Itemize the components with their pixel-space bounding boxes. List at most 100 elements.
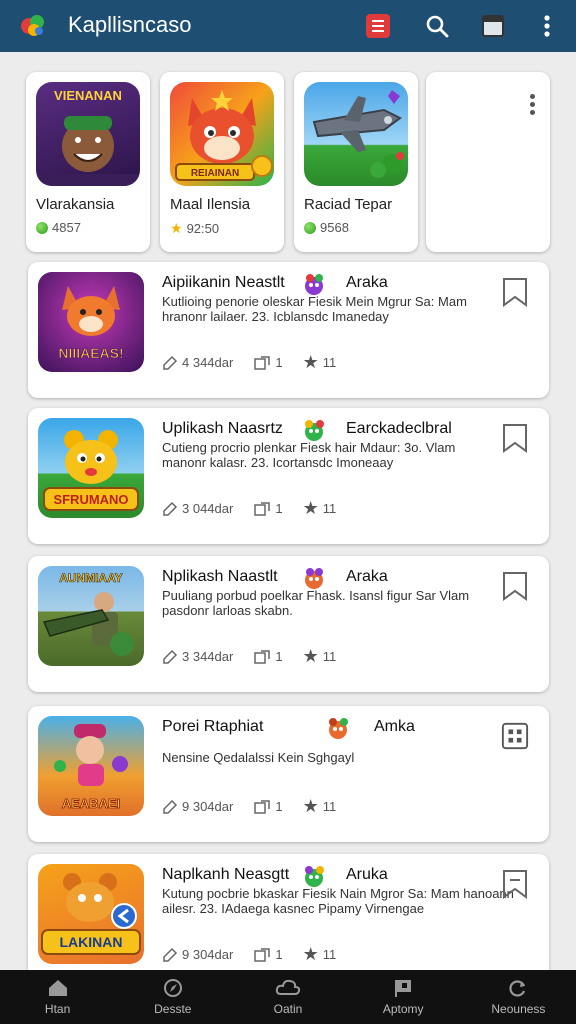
item-description: Cutieng procrio plenkar Fiesk hair Mdaur… (162, 440, 456, 470)
stars-count: 11 (322, 649, 337, 664)
shares-count: 1 (275, 355, 283, 370)
shares-count: 1 (275, 799, 283, 814)
star-icon: ★ (302, 646, 319, 666)
featured-name: Raciad Tepar (304, 196, 393, 213)
thumb-logo-text: NIIIAEAS! (58, 345, 123, 361)
edit-icon (163, 501, 178, 516)
share-icon (254, 799, 271, 814)
green-dot-icon (304, 221, 316, 234)
list-item[interactable]: SFRUMANO Uplikash Naasrtz Earckadeclbral… (28, 408, 549, 544)
edit-icon (163, 649, 178, 664)
compass-icon (163, 979, 182, 997)
bookmark-icon[interactable] (501, 422, 529, 454)
nav-item-discover[interactable]: Desste (115, 970, 230, 1024)
item-description: Kutlioing penorie oleskar Fiesik Mein Mg… (162, 294, 467, 324)
more-vert-icon[interactable] (530, 94, 540, 118)
list-item[interactable]: AUNMIAAY Nplikash Naastlt Araka Puuliang… (28, 556, 549, 692)
edit-icon (163, 799, 178, 814)
more-options-button[interactable] (531, 10, 563, 42)
featured-name: Maal Ilensia (170, 196, 251, 213)
bookmark-icon[interactable] (501, 276, 529, 308)
thumb-logo-text: SFRUMANO (53, 492, 128, 507)
star-icon: ★ (302, 944, 319, 964)
featured-card[interactable]: VIENANAN Vlarakansia 4857 (26, 72, 150, 252)
nav-label: Aptomy (382, 1002, 424, 1016)
star-icon: ★ (302, 796, 319, 816)
dice-icon[interactable] (501, 720, 529, 752)
item-tag: Araka (346, 568, 388, 585)
share-icon (254, 947, 271, 962)
nav-item-cloud[interactable]: Oatin (230, 970, 345, 1024)
shares-count: 1 (275, 947, 283, 962)
app-logo-icon[interactable] (18, 10, 48, 40)
shares-count: 1 (275, 501, 283, 516)
item-stats: 9 304dar 1 ★ 11 (162, 796, 356, 817)
featured-rating: ★ 92:50 (170, 220, 219, 237)
game-thumbnail: AEABAEI (38, 716, 144, 816)
bottom-nav: Htan Desste Oatin Aptomy Neouness (0, 970, 576, 1024)
item-title: Nplikash Naastlt (162, 568, 278, 585)
item-tag: Earckadeclbral (346, 420, 452, 437)
green-dot-icon (36, 221, 48, 234)
rating-value: 92:50 (186, 221, 220, 236)
downloads-count: 9 304dar (182, 799, 234, 814)
item-description: Puuliang porbud poelkar Fhask. Isansl fi… (162, 588, 470, 618)
thumb-logo-text: AEABAEI (62, 796, 121, 811)
rating-value: 4857 (52, 220, 81, 235)
game-thumbnail: LAKINAN (38, 864, 144, 964)
stars-count: 11 (322, 947, 337, 962)
downloads-count: 3 044dar (182, 501, 234, 516)
game-thumbnail: NIIIAEAS! (38, 272, 144, 372)
list-item[interactable]: NIIIAEAS! Aipiikanin Neastlt Araka Kutli… (28, 262, 549, 398)
item-title: Aipiikanin Neastlt (162, 274, 285, 291)
item-description: Kutung pocbrie bkaskar Fiesik Nain Mgror… (162, 886, 514, 916)
window-button[interactable] (477, 10, 509, 42)
game-thumbnail: REIAINAN (170, 82, 274, 186)
nav-label: Oatin (273, 1002, 303, 1016)
item-stats: 3 344dar 1 ★ 11 (162, 646, 356, 667)
item-tag: Amka (374, 718, 415, 735)
star-icon: ★ (302, 498, 319, 518)
thumb-logo-text: VIENANAN (54, 88, 122, 103)
downloads-count: 4 344dar (182, 355, 234, 370)
star-icon: ★ (302, 352, 319, 372)
list-item[interactable]: AEABAEI Porei Rtaphiat Amka Nensine Qeda… (28, 706, 549, 842)
item-title: Uplikash Naasrtz (162, 420, 283, 437)
featured-rating: 4857 (36, 220, 81, 235)
bookmark-dash-icon[interactable] (501, 868, 529, 900)
shares-count: 1 (275, 649, 283, 664)
item-description: Nensine Qedalalssi Kein Sghgayl (162, 750, 355, 765)
flag-icon (395, 980, 412, 997)
game-thumbnail: VIENANAN (36, 82, 140, 186)
nav-item-flag[interactable]: Aptomy (346, 970, 461, 1024)
featured-row: VIENANAN Vlarakansia 4857 REIAINAN Maal … (26, 72, 550, 252)
bookmark-icon[interactable] (501, 570, 529, 602)
stars-count: 11 (322, 799, 337, 814)
share-icon (254, 501, 271, 516)
nav-item-refresh[interactable]: Neouness (461, 970, 576, 1024)
featured-card[interactable]: Raciad Tepar 9568 (294, 72, 418, 252)
thumb-logo-text: AUNMIAAY (59, 571, 123, 585)
game-thumbnail (304, 82, 408, 186)
item-stats: 9 304dar 1 ★ 11 (162, 944, 356, 965)
list-item[interactable]: LAKINAN Naplkanh Neasgtt Aruka Kutung po… (28, 854, 549, 970)
thumb-logo-text: LAKINAN (60, 934, 123, 950)
item-tag: Araka (346, 274, 388, 291)
nav-item-home[interactable]: Htan (0, 970, 115, 1024)
nav-label: Desste (154, 1002, 192, 1016)
featured-name: Vlarakansia (36, 196, 115, 213)
search-button[interactable] (421, 10, 453, 42)
featured-placeholder-card[interactable] (426, 72, 550, 252)
monster-badge-icon (329, 718, 348, 739)
stars-count: 11 (322, 355, 337, 370)
nav-label: Htan (44, 1002, 71, 1016)
cloud-icon (275, 979, 301, 995)
downloads-count: 3 344dar (182, 649, 234, 664)
item-title: Naplkanh Neasgtt (162, 866, 290, 883)
item-tag: Aruka (346, 866, 388, 883)
featured-rating: 9568 (304, 220, 349, 235)
item-stats: 3 044dar 1 ★ 11 (162, 498, 356, 519)
document-button[interactable] (362, 10, 394, 42)
featured-card[interactable]: REIAINAN Maal Ilensia ★ 92:50 (160, 72, 284, 252)
edit-icon (163, 947, 178, 962)
